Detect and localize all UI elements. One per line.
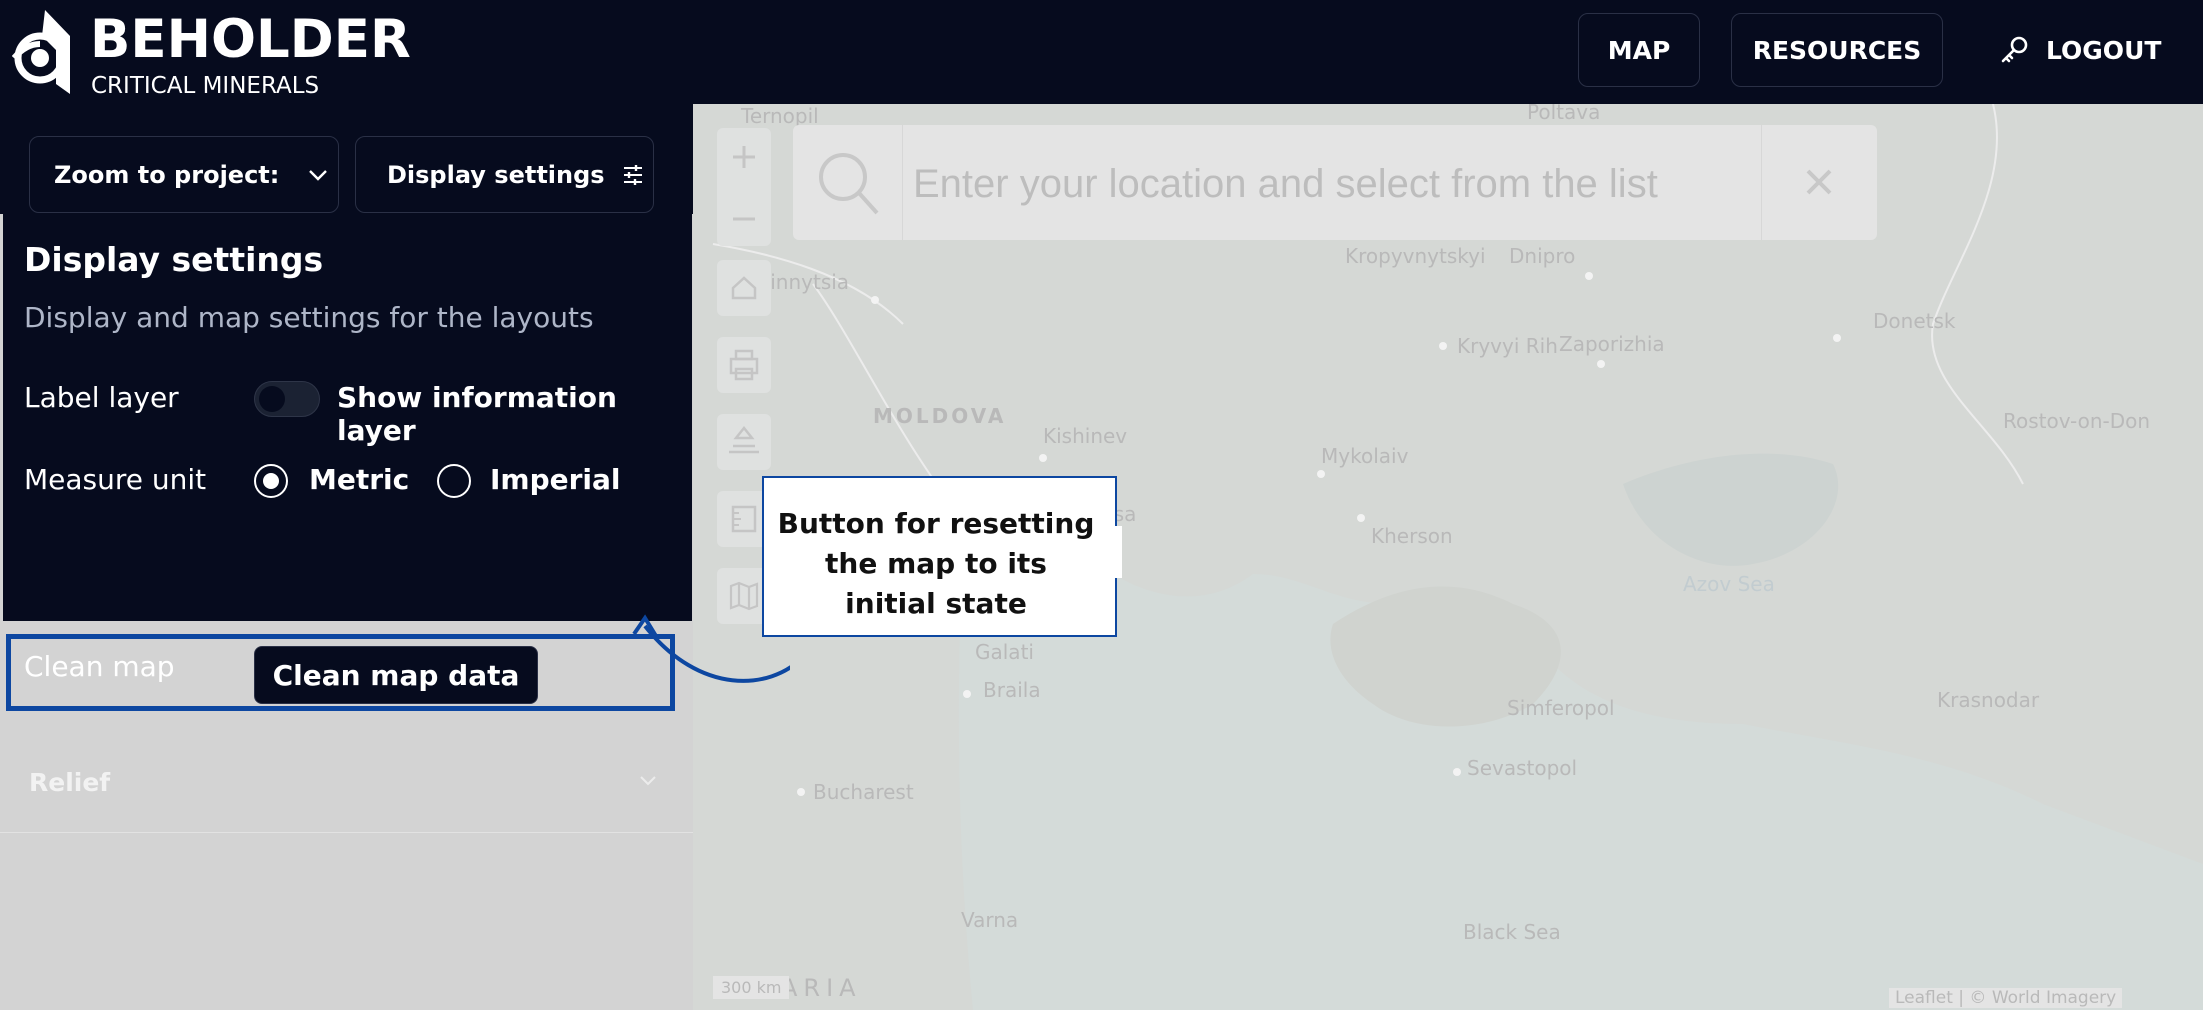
brand-title: BEHOLDER [90, 9, 411, 70]
map-label-sevastopol: Sevastopol [1467, 756, 1578, 780]
zoom-to-project-label: Zoom to project: [54, 160, 280, 189]
map-label-black-sea: Black Sea [1463, 920, 1561, 944]
city-marker [963, 690, 971, 698]
map-label-galati: Galati [975, 640, 1034, 664]
print-button[interactable] [717, 337, 771, 393]
callout-gap [1110, 526, 1122, 578]
city-marker [871, 296, 879, 304]
callout-text: Button for resetting the map to its init… [777, 507, 1095, 620]
sliders-icon [623, 164, 642, 185]
city-marker [1585, 272, 1593, 280]
display-settings-label: Display settings [387, 160, 605, 189]
top-header: BEHOLDER CRITICAL MINERALS MAP RESOURCES… [0, 0, 2203, 104]
city-marker [1439, 342, 1447, 350]
sidebar: Zoom to project: Display settings Displa… [0, 104, 693, 1010]
city-marker [1039, 454, 1047, 462]
clean-map-label: Clean map [24, 650, 175, 683]
zoom-in-icon[interactable] [717, 128, 771, 186]
brand-subtitle: CRITICAL MINERALS [91, 73, 320, 99]
metric-radio[interactable] [254, 464, 288, 498]
printer-icon [729, 349, 759, 381]
radio-selected-dot [263, 473, 279, 489]
metric-label: Metric [309, 463, 410, 496]
close-icon[interactable] [1761, 125, 1877, 240]
clean-map-data-button[interactable]: Clean map data [254, 646, 538, 704]
map-label-braila: Braila [983, 678, 1041, 702]
map-label-mykolaiv: Mykolaiv [1321, 444, 1409, 468]
logout-label: LOGOUT [2046, 35, 2162, 65]
home-icon [731, 276, 757, 300]
home-button[interactable] [717, 260, 771, 316]
callout-arrow-icon [632, 614, 790, 683]
display-settings-button[interactable]: Display settings [355, 136, 654, 213]
nav-map-label: MAP [1607, 35, 1671, 65]
imperial-label: Imperial [490, 463, 621, 496]
map-label-bucharest: Bucharest [813, 780, 914, 804]
location-search [793, 125, 1877, 240]
map-label-bulgaria: ARIA [781, 974, 862, 1002]
map-label-kryvyi-rih: Kryvyi Rih [1457, 334, 1558, 358]
info-layer-toggle[interactable] [254, 381, 320, 417]
chevron-down-icon [309, 169, 328, 181]
panel-title: Display settings [24, 240, 324, 279]
search-input[interactable] [911, 149, 1765, 219]
city-marker [1317, 470, 1325, 478]
nav-resources-button[interactable]: RESOURCES [1731, 13, 1943, 87]
relief-chevron-icon[interactable] [636, 768, 660, 792]
zoom-out-icon[interactable] [717, 190, 771, 248]
city-marker [1597, 360, 1605, 368]
zoom-controls [717, 128, 771, 246]
city-marker [1453, 768, 1461, 776]
map-attribution[interactable]: Leaflet | © World Imagery [1889, 988, 2123, 1008]
map-label-simferopol: Simferopol [1507, 696, 1615, 720]
imperial-radio[interactable] [437, 464, 471, 498]
nav-resources-label: RESOURCES [1752, 35, 1922, 65]
label-layer-label: Label layer [24, 381, 179, 414]
map-label-zaporizhia: Zaporizhia [1559, 332, 1665, 356]
map-label-poltava: Poltava [1527, 104, 1601, 124]
upload-button[interactable] [717, 414, 771, 470]
key-icon [2001, 36, 2028, 63]
map-label-krasnodar: Krasnodar [1937, 688, 2040, 712]
zoom-to-project-select[interactable]: Zoom to project: [29, 136, 339, 213]
nav-map-button[interactable]: MAP [1578, 13, 1700, 87]
search-icon [819, 125, 903, 240]
logout-button[interactable]: LOGOUT [1998, 13, 2161, 87]
upload-layers-icon [729, 425, 759, 454]
toggle-knob [259, 386, 285, 412]
city-marker [1357, 514, 1365, 522]
city-marker [797, 788, 805, 796]
map-label-dnipro: Dnipro [1509, 244, 1576, 268]
relief-section-label[interactable]: Relief [29, 768, 110, 797]
map-label-rostov: Rostov-on-Don [2003, 409, 2151, 433]
display-settings-panel: Display settings Display and map setting… [3, 213, 692, 621]
sidebar-divider [0, 832, 693, 833]
city-marker [1833, 334, 1841, 342]
panel-description: Display and map settings for the layouts [24, 301, 594, 334]
map-label-azov: Azov Sea [1683, 572, 1775, 596]
map-label-varna: Varna [961, 908, 1019, 932]
beholder-logo-icon [12, 10, 70, 94]
map-label-moldova: MOLDOVA [873, 404, 1007, 428]
info-layer-toggle-label: Show information layer [337, 381, 617, 447]
map-label-donetsk: Donetsk [1873, 309, 1956, 333]
map-scale: 300 km [713, 976, 790, 999]
sidebar-controls: Zoom to project: Display settings [0, 104, 693, 214]
measure-unit-label: Measure unit [24, 463, 207, 496]
map-label-kropyvnytskyi: Kropyvnytskyi [1345, 244, 1486, 268]
map-label-kherson: Kherson [1371, 524, 1453, 548]
map-label-kishinev: Kishinev [1043, 424, 1128, 448]
